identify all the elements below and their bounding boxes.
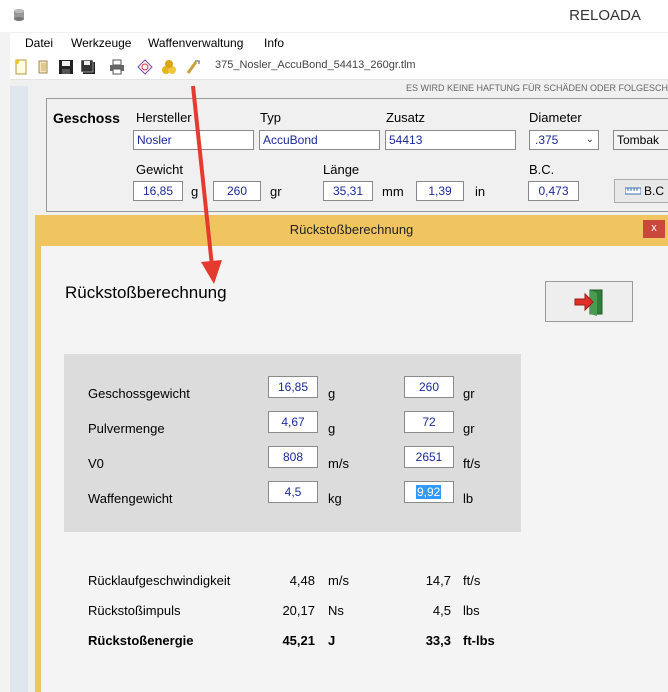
material-field[interactable]: Tombak <box>613 130 668 150</box>
weight-grains-field[interactable]: 260 <box>213 181 261 201</box>
chevron-down-icon: ⌄ <box>585 134 594 145</box>
recoil-velocity-label: Rücklaufgeschwindigkeit <box>88 573 231 588</box>
muzzle-velocity-imperial-field[interactable]: 2651 <box>404 446 454 468</box>
mm-unit: mm <box>382 184 404 199</box>
recoil-energy-imperial-unit: ft-lbs <box>463 633 495 648</box>
projectile-weight-imperial-unit: gr <box>463 386 475 401</box>
recoil-tool-icon[interactable] <box>185 59 201 75</box>
bc-label: B.C. <box>529 162 555 177</box>
bc-calc-button[interactable]: B.C <box>614 179 668 203</box>
current-file-name: 375_Nosler_AccuBond_54413_260gr.tlm <box>215 59 416 71</box>
powder-charge-metric-unit: g <box>328 421 336 436</box>
muzzle-velocity-metric-unit: m/s <box>328 456 349 471</box>
muzzle-velocity-label: V0 <box>88 456 104 471</box>
recoil-velocity-metric-unit: m/s <box>328 573 349 588</box>
muzzle-velocity-metric-field[interactable]: 808 <box>268 446 318 468</box>
side-panel-edge <box>10 86 28 692</box>
addition-label: Zusatz <box>386 110 426 125</box>
menu-werkzeuge[interactable]: Werkzeuge <box>71 36 131 50</box>
powder-charge-metric-field[interactable]: 4,67 <box>268 411 318 433</box>
ammo-icon[interactable] <box>161 59 177 75</box>
manufacturer-field[interactable]: Nosler <box>133 130 254 150</box>
diameter-select[interactable]: .375 ⌄ <box>529 130 599 150</box>
save-as-icon[interactable] <box>80 59 96 75</box>
addition-field[interactable]: 54413 <box>385 130 516 150</box>
recoil-velocity-metric: 4,48 <box>289 573 315 588</box>
powder-charge-imperial-field[interactable]: 72 <box>404 411 454 433</box>
title-bar: RELOADA <box>0 0 668 32</box>
recoil-impulse-metric: 20,17 <box>282 603 315 618</box>
powder-charge-label: Pulvermenge <box>88 421 165 436</box>
projectile-weight-label: Geschossgewicht <box>88 386 190 401</box>
open-file-icon[interactable] <box>35 59 51 75</box>
length-mm-field[interactable]: 35,31 <box>323 181 373 201</box>
bc-button-label: B.C <box>644 184 665 198</box>
diameter-value: .375 <box>535 133 559 147</box>
recoil-impulse-imperial-unit: lbs <box>463 603 480 618</box>
type-label: Typ <box>260 110 281 125</box>
weight-label: Gewicht <box>136 162 183 177</box>
type-field[interactable]: AccuBond <box>259 130 380 150</box>
recoil-impulse-label: Rückstoßimpuls <box>88 603 181 618</box>
menu-info[interactable]: Info <box>264 36 284 50</box>
inch-unit: in <box>475 184 486 199</box>
exit-button[interactable] <box>545 281 633 322</box>
length-inch-field[interactable]: 1,39 <box>416 181 464 201</box>
left-edge <box>0 32 10 692</box>
close-button[interactable]: x <box>643 220 665 238</box>
recoil-dialog: Rückstoßberechnung x Rückstoßberechnung … <box>35 215 668 692</box>
weight-grams-field[interactable]: 16,85 <box>133 181 183 201</box>
app-title: RELOADA <box>569 7 641 24</box>
grams-unit: g <box>191 184 199 199</box>
exit-door-icon <box>574 289 603 316</box>
menu-waffenverwaltung[interactable]: Waffenverwaltung <box>148 36 243 50</box>
menu-bar: Datei Werkzeuge Waffenverwaltung Info <box>10 33 668 55</box>
selected-text: 9,92 <box>416 485 442 499</box>
disclaimer-text: ES WIRD KEINE HAFTUNG FÜR SCHÄDEN ODER F… <box>405 83 668 93</box>
projectile-panel: Geschoss Hersteller Nosler Typ AccuBond … <box>46 98 668 212</box>
rifle-weight-label: Waffengewicht <box>88 491 173 506</box>
recoil-energy-label: Rückstoßenergie <box>88 633 194 648</box>
recoil-energy-metric: 45,21 <box>282 633 315 648</box>
recoil-impulse-metric-unit: Ns <box>328 603 344 618</box>
recoil-velocity-imperial-unit: ft/s <box>463 573 481 588</box>
bc-field[interactable]: 0,473 <box>528 181 579 201</box>
recoil-impulse-imperial: 4,5 <box>432 603 451 618</box>
rifle-weight-metric-field[interactable]: 4,5 <box>268 481 318 503</box>
diameter-label: Diameter <box>529 110 582 125</box>
ruler-icon <box>625 187 641 195</box>
recoil-energy-metric-unit: J <box>328 633 336 648</box>
rifle-weight-imperial-field[interactable]: 9,92 <box>404 481 454 503</box>
powder-charge-imperial-unit: gr <box>463 421 475 436</box>
grains-unit: gr <box>270 184 282 199</box>
target-icon[interactable] <box>137 59 153 75</box>
rifle-weight-metric-unit: kg <box>328 491 342 506</box>
save-icon[interactable] <box>58 59 74 75</box>
dialog-body: Rückstoßberechnung Geschossgewicht 16,85… <box>41 246 668 692</box>
menu-datei[interactable]: Datei <box>25 36 53 50</box>
muzzle-velocity-imperial-unit: ft/s <box>463 456 481 471</box>
projectile-weight-metric-unit: g <box>328 386 336 401</box>
projectile-weight-imperial-field[interactable]: 260 <box>404 376 454 398</box>
print-icon[interactable] <box>109 59 125 75</box>
recoil-velocity-imperial: 14,7 <box>425 573 451 588</box>
rifle-weight-imperial-unit: lb <box>463 491 474 506</box>
manufacturer-label: Hersteller <box>136 110 192 125</box>
projectile-weight-metric-field[interactable]: 16,85 <box>268 376 318 398</box>
length-label: Länge <box>323 162 360 177</box>
dialog-title: Rückstoßberechnung <box>289 222 414 237</box>
new-file-icon[interactable] <box>13 59 29 75</box>
dialog-heading: Rückstoßberechnung <box>65 283 227 302</box>
toolbar: 375_Nosler_AccuBond_54413_260gr.tlm <box>10 55 668 80</box>
recoil-energy-imperial: 33,3 <box>425 633 451 648</box>
projectile-section-label: Geschoss <box>53 110 120 126</box>
